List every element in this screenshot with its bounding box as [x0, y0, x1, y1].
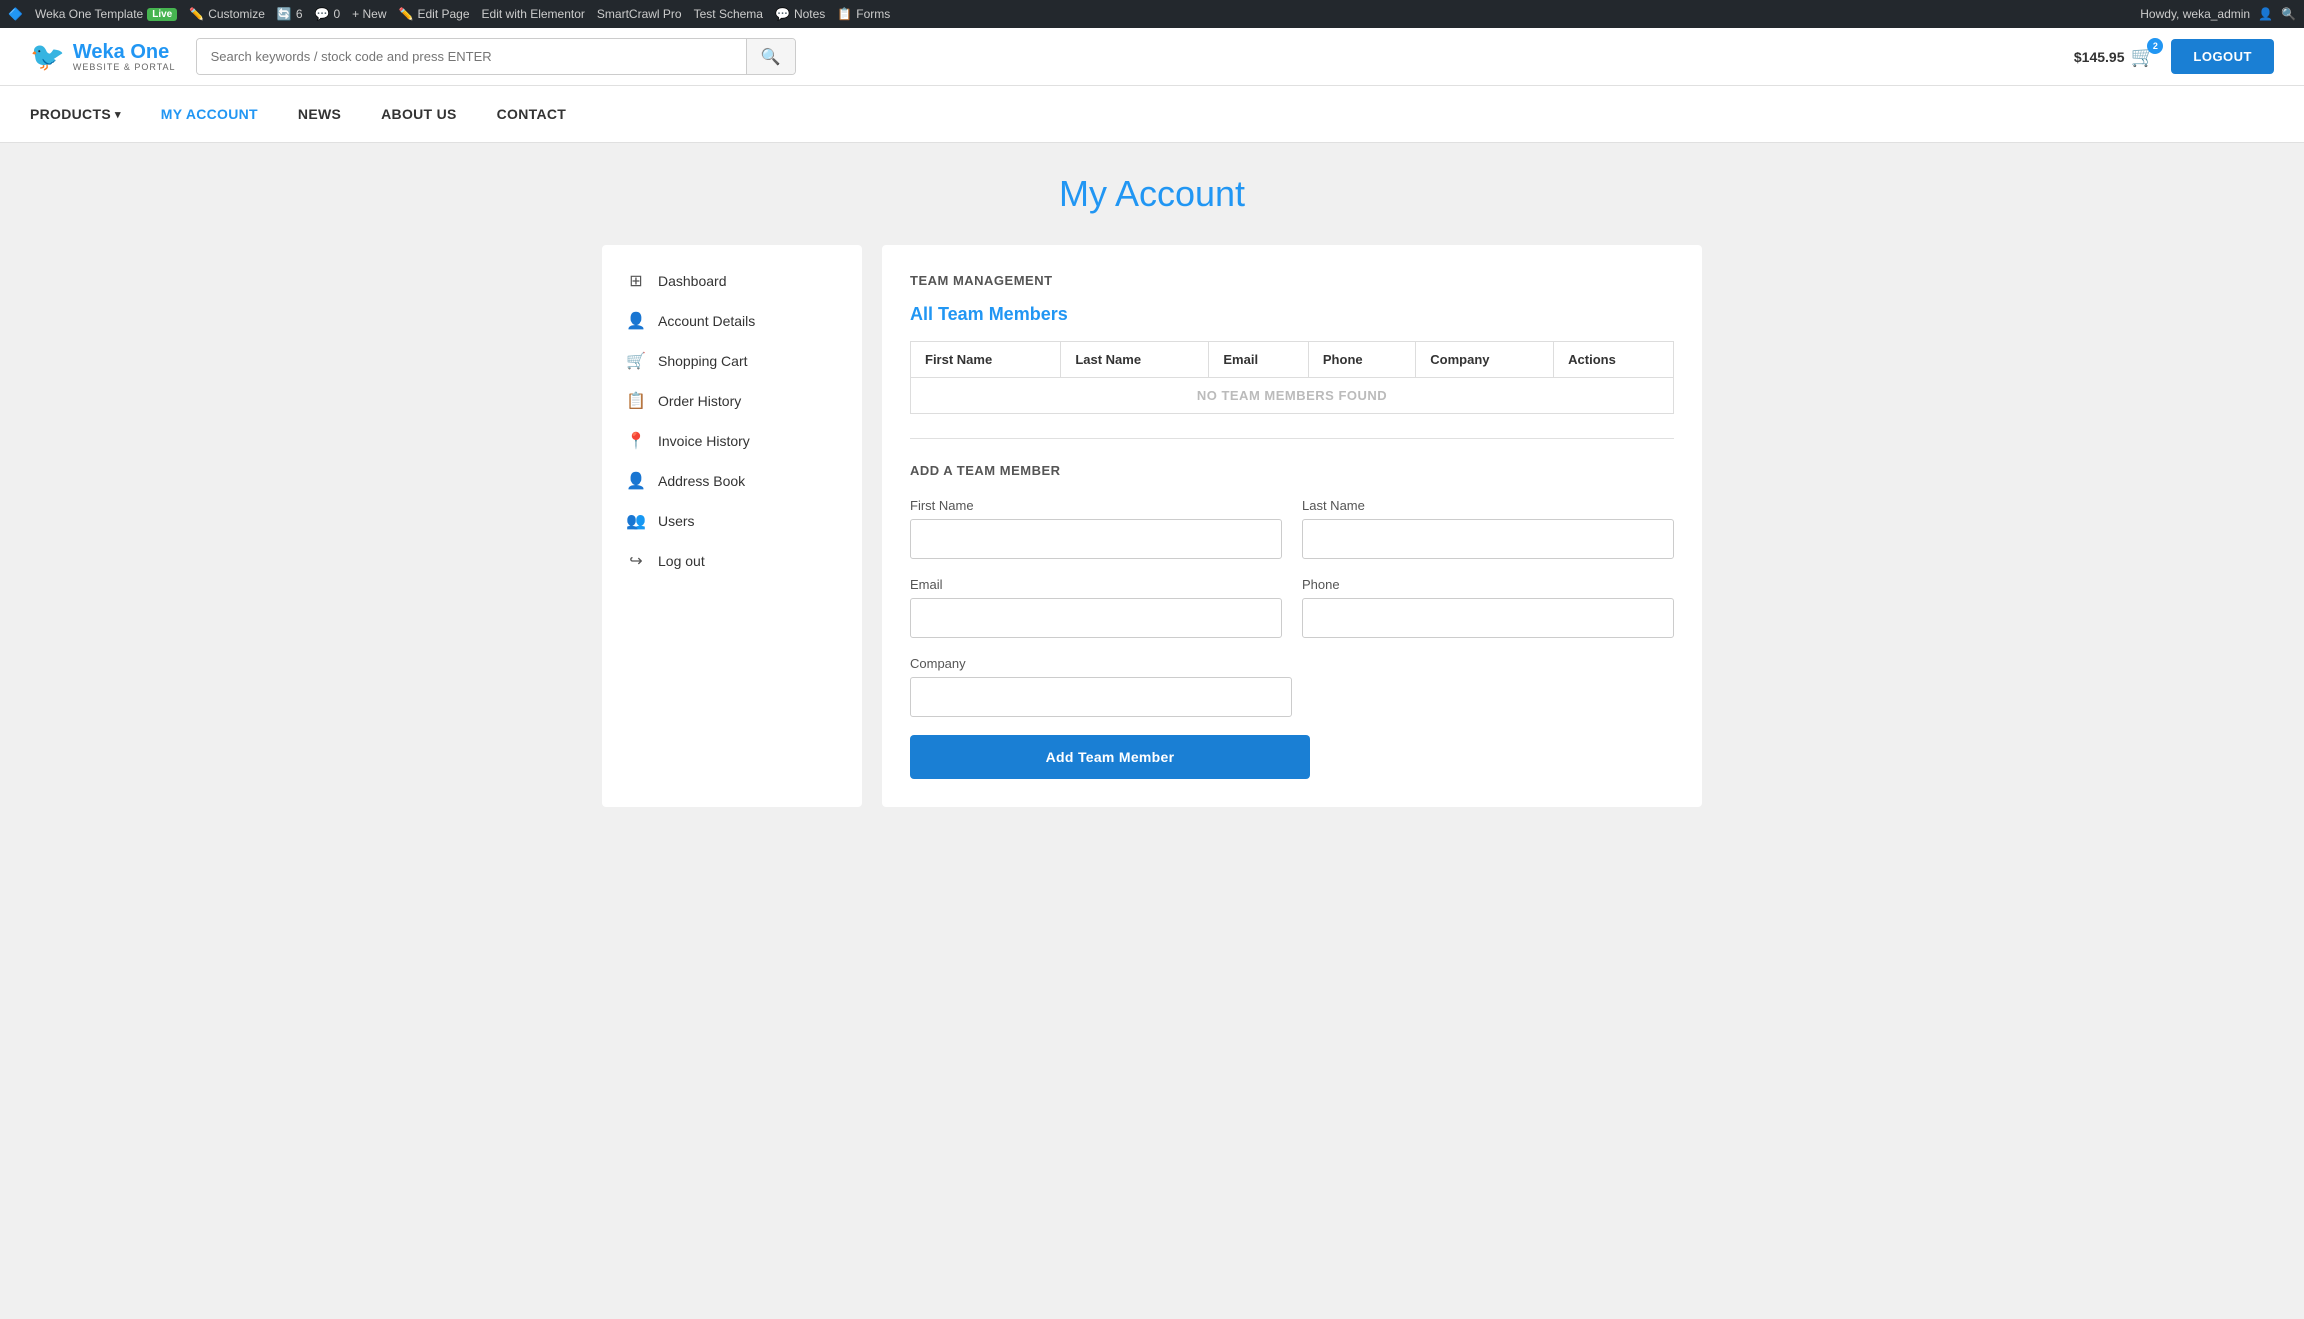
- no-members-message: NO TEAM MEMBERS FOUND: [911, 378, 1674, 414]
- logo[interactable]: 🐦 Weka One Website & Portal: [30, 40, 176, 73]
- add-team-member-button[interactable]: Add Team Member: [910, 735, 1310, 779]
- admin-bar-notes[interactable]: 💬 Notes: [775, 7, 825, 21]
- email-label: Email: [910, 577, 1282, 592]
- admin-bar-forms[interactable]: 📋 Forms: [837, 7, 890, 21]
- sidebar-item-address-book[interactable]: 👤 Address Book: [602, 461, 862, 501]
- form-row-contact: Email Phone: [910, 577, 1674, 638]
- company-input[interactable]: [910, 677, 1292, 717]
- users-icon: 👥: [626, 511, 646, 531]
- table-row-empty: NO TEAM MEMBERS FOUND: [911, 378, 1674, 414]
- sidebar-item-shopping-cart[interactable]: 🛒 Shopping Cart: [602, 341, 862, 381]
- add-section-title: ADD A TEAM MEMBER: [910, 463, 1674, 478]
- cart-count: 2: [2147, 38, 2163, 54]
- user-icon: 👤: [626, 311, 646, 331]
- last-name-input[interactable]: [1302, 519, 1674, 559]
- admin-bar-comments[interactable]: 💬 0: [315, 7, 341, 21]
- wp-icon-link[interactable]: 🔷: [8, 7, 23, 21]
- last-name-label: Last Name: [1302, 498, 1674, 513]
- form-group-first-name: First Name: [910, 498, 1282, 559]
- admin-bar-new[interactable]: + New: [352, 7, 386, 21]
- nav-products[interactable]: PRODUCTS ▾: [30, 86, 121, 142]
- admin-bar-template[interactable]: Weka One Template Live: [35, 7, 177, 21]
- admin-bar-edit-page[interactable]: ✏️ Edit Page: [399, 7, 470, 21]
- admin-avatar: 👤: [2258, 7, 2273, 21]
- section-title: TEAM MANAGEMENT: [910, 273, 1674, 288]
- admin-bar-updates[interactable]: 🔄 6: [277, 7, 303, 21]
- header-right: $145.95 🛒 2 LOGOUT: [2074, 39, 2274, 74]
- nav-my-account[interactable]: MY ACCOUNT: [161, 86, 258, 142]
- sidebar-item-logout[interactable]: ↪ Log out: [602, 541, 862, 581]
- col-actions: Actions: [1554, 342, 1674, 378]
- admin-bar-smartcrawl[interactable]: SmartCrawl Pro: [597, 7, 682, 21]
- form-row-name: First Name Last Name: [910, 498, 1674, 559]
- logo-text: Weka One Website & Portal: [73, 41, 176, 73]
- cart-amount: $145.95: [2074, 49, 2125, 65]
- order-icon: 📋: [626, 391, 646, 411]
- sidebar: ⊞ Dashboard 👤 Account Details 🛒 Shopping…: [602, 245, 862, 807]
- form-group-email: Email: [910, 577, 1282, 638]
- main-panel: TEAM MANAGEMENT All Team Members First N…: [882, 245, 1702, 807]
- col-phone: Phone: [1308, 342, 1415, 378]
- page-content: My Account ⊞ Dashboard 👤 Account Details…: [0, 143, 2304, 1319]
- logo-icon: 🐦: [30, 40, 65, 73]
- company-label: Company: [910, 656, 1292, 671]
- admin-bar-elementor[interactable]: Edit with Elementor: [482, 7, 585, 21]
- brand-name: Weka One: [73, 41, 176, 63]
- live-badge: Live: [147, 8, 177, 21]
- divider: [910, 438, 1674, 439]
- howdy-text: Howdy, weka_admin: [2140, 7, 2250, 21]
- site-header: 🐦 Weka One Website & Portal 🔍 $145.95 🛒 …: [0, 28, 2304, 86]
- search-bar: 🔍: [196, 38, 796, 75]
- cart-icon: 🛒: [626, 351, 646, 371]
- first-name-input[interactable]: [910, 519, 1282, 559]
- chevron-down-icon: ▾: [115, 108, 121, 121]
- form-group-phone: Phone: [1302, 577, 1674, 638]
- admin-bar-right: Howdy, weka_admin 👤 🔍: [2140, 7, 2296, 21]
- page-title: My Account: [30, 173, 2274, 215]
- first-name-label: First Name: [910, 498, 1282, 513]
- search-button[interactable]: 🔍: [746, 39, 795, 74]
- account-layout: ⊞ Dashboard 👤 Account Details 🛒 Shopping…: [602, 245, 1702, 807]
- address-icon: 👤: [626, 471, 646, 491]
- nav-news[interactable]: NEWS: [298, 86, 341, 142]
- sidebar-item-account-details[interactable]: 👤 Account Details: [602, 301, 862, 341]
- col-last-name: Last Name: [1061, 342, 1209, 378]
- invoice-icon: 📍: [626, 431, 646, 451]
- nav-about-us[interactable]: ABOUT US: [381, 86, 457, 142]
- sidebar-item-invoice-history[interactable]: 📍 Invoice History: [602, 421, 862, 461]
- cart-info: $145.95 🛒 2: [2074, 44, 2156, 69]
- sidebar-item-users[interactable]: 👥 Users: [602, 501, 862, 541]
- sidebar-item-dashboard[interactable]: ⊞ Dashboard: [602, 261, 862, 301]
- col-email: Email: [1209, 342, 1309, 378]
- logout-icon: ↪: [626, 551, 646, 571]
- admin-bar: 🔷 Weka One Template Live ✏️ Customize 🔄 …: [0, 0, 2304, 28]
- form-group-last-name: Last Name: [1302, 498, 1674, 559]
- cart-icon[interactable]: 🛒 2: [2130, 44, 2155, 69]
- sidebar-item-order-history[interactable]: 📋 Order History: [602, 381, 862, 421]
- form-row-company: Company: [910, 656, 1674, 717]
- admin-bar-customize[interactable]: ✏️ Customize: [189, 7, 265, 21]
- form-group-company: Company: [910, 656, 1292, 717]
- admin-bar-test-schema[interactable]: Test Schema: [694, 7, 763, 21]
- col-company: Company: [1416, 342, 1554, 378]
- team-table: First Name Last Name Email Phone Company…: [910, 341, 1674, 414]
- nav-contact[interactable]: CONTACT: [497, 86, 567, 142]
- logout-button[interactable]: LOGOUT: [2171, 39, 2274, 74]
- search-input[interactable]: [197, 39, 746, 74]
- email-input[interactable]: [910, 598, 1282, 638]
- main-nav: PRODUCTS ▾ MY ACCOUNT NEWS ABOUT US CONT…: [0, 86, 2304, 143]
- phone-input[interactable]: [1302, 598, 1674, 638]
- tagline: Website & Portal: [73, 63, 176, 73]
- dashboard-icon: ⊞: [626, 271, 646, 291]
- col-first-name: First Name: [911, 342, 1061, 378]
- all-team-title: All Team Members: [910, 304, 1674, 325]
- admin-bar-search-icon[interactable]: 🔍: [2281, 7, 2296, 21]
- phone-label: Phone: [1302, 577, 1674, 592]
